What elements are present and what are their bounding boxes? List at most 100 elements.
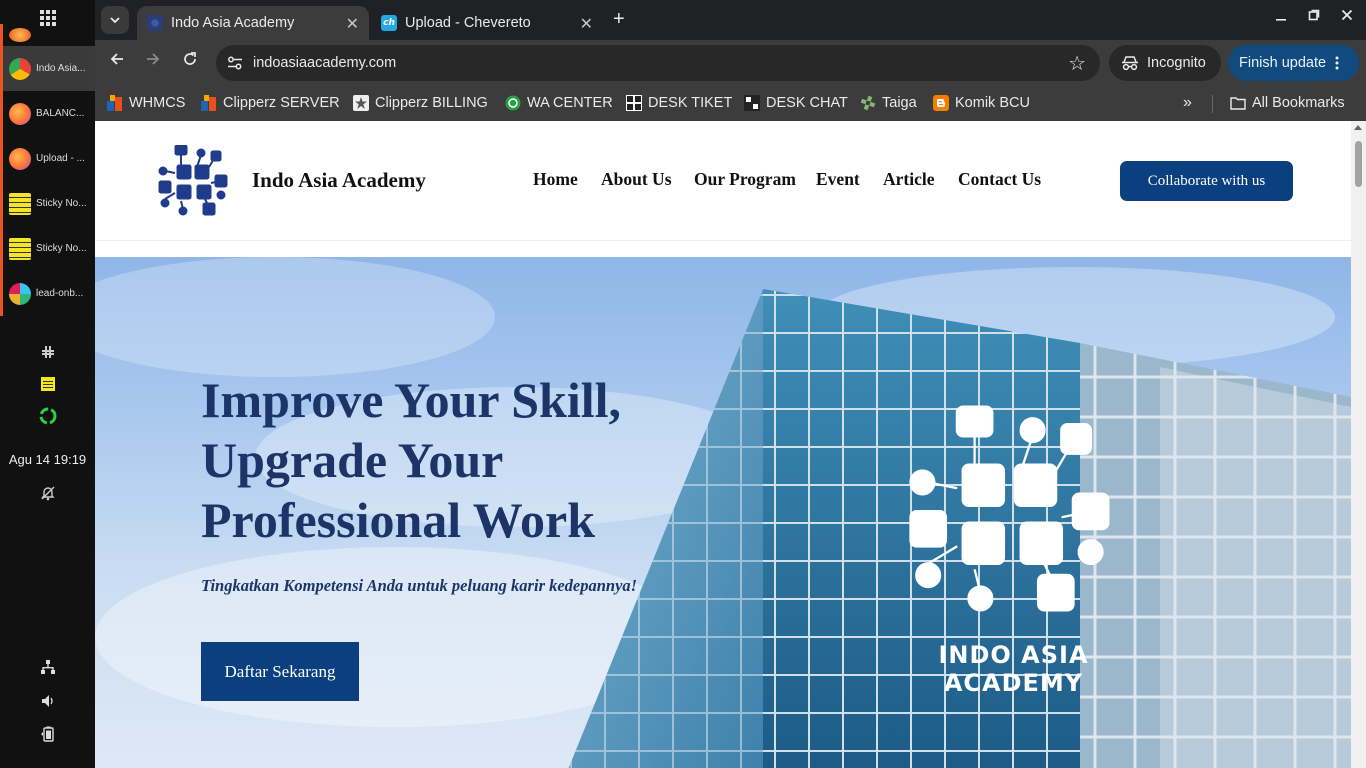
close-tab-icon[interactable]: ✕ (346, 14, 359, 34)
nav-event[interactable]: Event (816, 169, 860, 190)
arrow-left-icon (110, 53, 123, 65)
battery-icon (40, 726, 54, 742)
hero-title: Improve Your Skill, Upgrade Your Profess… (201, 372, 621, 548)
bookmark-komik-bcu[interactable]: Komik BCU (933, 91, 1030, 115)
bookmark-taiga[interactable]: Taiga (860, 91, 917, 115)
bookmarks-bar: WHMCS Clipperz SERVER Clipperz BILLING W… (95, 86, 1366, 121)
academy-logo-icon[interactable] (157, 145, 229, 217)
whmcs-icon (107, 95, 122, 111)
arrow-right-icon (147, 53, 160, 65)
back-button[interactable] (109, 51, 125, 72)
firefox-icon (9, 147, 31, 170)
minimize-button[interactable] (1275, 8, 1287, 26)
site-header: Indo Asia Academy Home About Us Our Prog… (95, 121, 1351, 241)
nav-about-us[interactable]: About Us (601, 169, 672, 190)
nav-contact-us[interactable]: Contact Us (958, 169, 1041, 190)
tab-search-button[interactable] (101, 6, 129, 34)
forward-button[interactable] (145, 51, 161, 72)
more-vert-icon (1335, 56, 1339, 70)
scrollbar-thumb[interactable] (1355, 141, 1362, 187)
minimize-icon (1276, 19, 1286, 21)
restore-icon (1308, 9, 1320, 21)
taskbar-item-sticky-notes[interactable]: Sticky No... (0, 181, 95, 226)
bookmarks-divider (1212, 95, 1213, 113)
bookmark-clipperz-billing[interactable]: Clipperz BILLING (353, 91, 488, 115)
firefox-icon (9, 102, 31, 125)
nav-home[interactable]: Home (533, 169, 578, 190)
desktop-dock: Indo Asia... BALANC... Upload - ... Stic… (0, 0, 95, 768)
site-favicon-icon (147, 15, 163, 31)
brand-name[interactable]: Indo Asia Academy (252, 168, 426, 193)
slack-icon (9, 282, 31, 305)
bookmark-wa-center[interactable]: WA CENTER (505, 91, 613, 115)
bookmark-clipperz-server[interactable]: Clipperz SERVER (201, 91, 340, 115)
sticky-notes-icon (9, 237, 31, 260)
scroll-up-arrow-icon[interactable] (1354, 125, 1362, 130)
collaborate-button[interactable]: Collaborate with us (1120, 161, 1293, 201)
reload-icon (184, 52, 196, 65)
close-window-button[interactable] (1341, 8, 1353, 26)
browser-toolbar: indoasiaacademy.com ☆ Incognito Finish u… (95, 40, 1366, 86)
whatsapp-icon (505, 95, 521, 111)
slack-tray-icon (41, 346, 54, 358)
url-text[interactable]: indoasiaacademy.com (253, 55, 396, 71)
restore-button[interactable] (1308, 8, 1320, 26)
register-now-button[interactable]: Daftar Sekarang (201, 642, 359, 701)
tab-upload-chevereto[interactable]: ch Upload - Chevereto ✕ (371, 6, 603, 40)
blogger-icon (933, 95, 949, 111)
new-tab-button[interactable]: + (613, 8, 625, 31)
bookmark-whmcs[interactable]: WHMCS (107, 91, 185, 115)
hero-logo-wordmark: INDO ASIA ACADEMY (938, 641, 1089, 697)
chevron-double-right-icon: » (1183, 94, 1192, 111)
tray-slack[interactable] (0, 344, 95, 360)
hero-subtitle: Tingkatkan Kompetensi Anda untuk peluang… (201, 576, 638, 595)
close-tab-icon[interactable]: ✕ (580, 14, 593, 34)
taskbar-item-firefox[interactable]: BALANC... (0, 91, 95, 136)
address-bar[interactable]: indoasiaacademy.com ☆ (216, 45, 1100, 81)
bookmark-star-icon[interactable]: ☆ (1068, 51, 1086, 76)
site-info-icon[interactable] (226, 54, 244, 72)
tab-strip: Indo Asia Academy ✕ ch Upload - Cheveret… (95, 0, 1366, 40)
bell-off-icon (40, 486, 55, 501)
chevron-down-icon (110, 17, 120, 24)
clipperz-icon (201, 95, 216, 111)
taskbar-item-chrome[interactable]: Indo Asia... (0, 46, 95, 91)
nav-article[interactable]: Article (883, 169, 935, 190)
incognito-icon (1122, 56, 1138, 71)
battery-indicator[interactable] (0, 726, 95, 742)
tray-sticky-notes[interactable] (0, 376, 95, 392)
page-viewport: Indo Asia Academy Home About Us Our Prog… (95, 121, 1351, 768)
close-icon (1341, 9, 1353, 21)
hero-section: Improve Your Skill, Upgrade Your Profess… (95, 257, 1351, 768)
finish-update-button[interactable]: Finish update (1228, 45, 1359, 81)
incognito-indicator[interactable]: Incognito (1109, 45, 1221, 81)
taiga-icon (860, 95, 876, 111)
notifications-toggle[interactable] (0, 485, 95, 501)
network-indicator[interactable] (0, 659, 95, 675)
tray-recycle[interactable] (0, 407, 95, 425)
bookmark-desk-chat[interactable]: DESK CHAT (744, 91, 848, 115)
taskbar-item-firefox[interactable]: Upload - ... (0, 136, 95, 181)
reload-button[interactable] (182, 51, 198, 72)
bookmarks-overflow-button[interactable]: » (1183, 91, 1192, 115)
folder-icon (1230, 97, 1246, 110)
page-scrollbar[interactable] (1351, 121, 1366, 768)
clipperz-billing-icon (353, 95, 369, 111)
all-bookmarks-button[interactable]: All Bookmarks (1230, 91, 1345, 115)
speaker-icon (41, 695, 53, 707)
bookmark-desk-tiket[interactable]: DESK TIKET (626, 91, 732, 115)
firefox-icon (9, 28, 31, 42)
clock[interactable]: Agu 14 19:19 (0, 452, 95, 467)
network-icon (40, 660, 55, 674)
chrome-icon (9, 57, 31, 80)
desk-icon (626, 95, 642, 111)
tab-indo-asia-academy[interactable]: Indo Asia Academy ✕ (137, 6, 369, 40)
desk-chat-icon (744, 95, 760, 111)
taskbar-item-slack[interactable]: lead-onb... (0, 271, 95, 316)
browser-window: Indo Asia Academy ✕ ch Upload - Cheveret… (95, 0, 1366, 768)
volume-indicator[interactable] (0, 693, 95, 709)
nav-our-program[interactable]: Our Program (694, 169, 796, 190)
taskbar-item[interactable] (0, 24, 95, 46)
taskbar-item-sticky-notes[interactable]: Sticky No... (0, 226, 95, 271)
recycle-icon (39, 407, 56, 425)
